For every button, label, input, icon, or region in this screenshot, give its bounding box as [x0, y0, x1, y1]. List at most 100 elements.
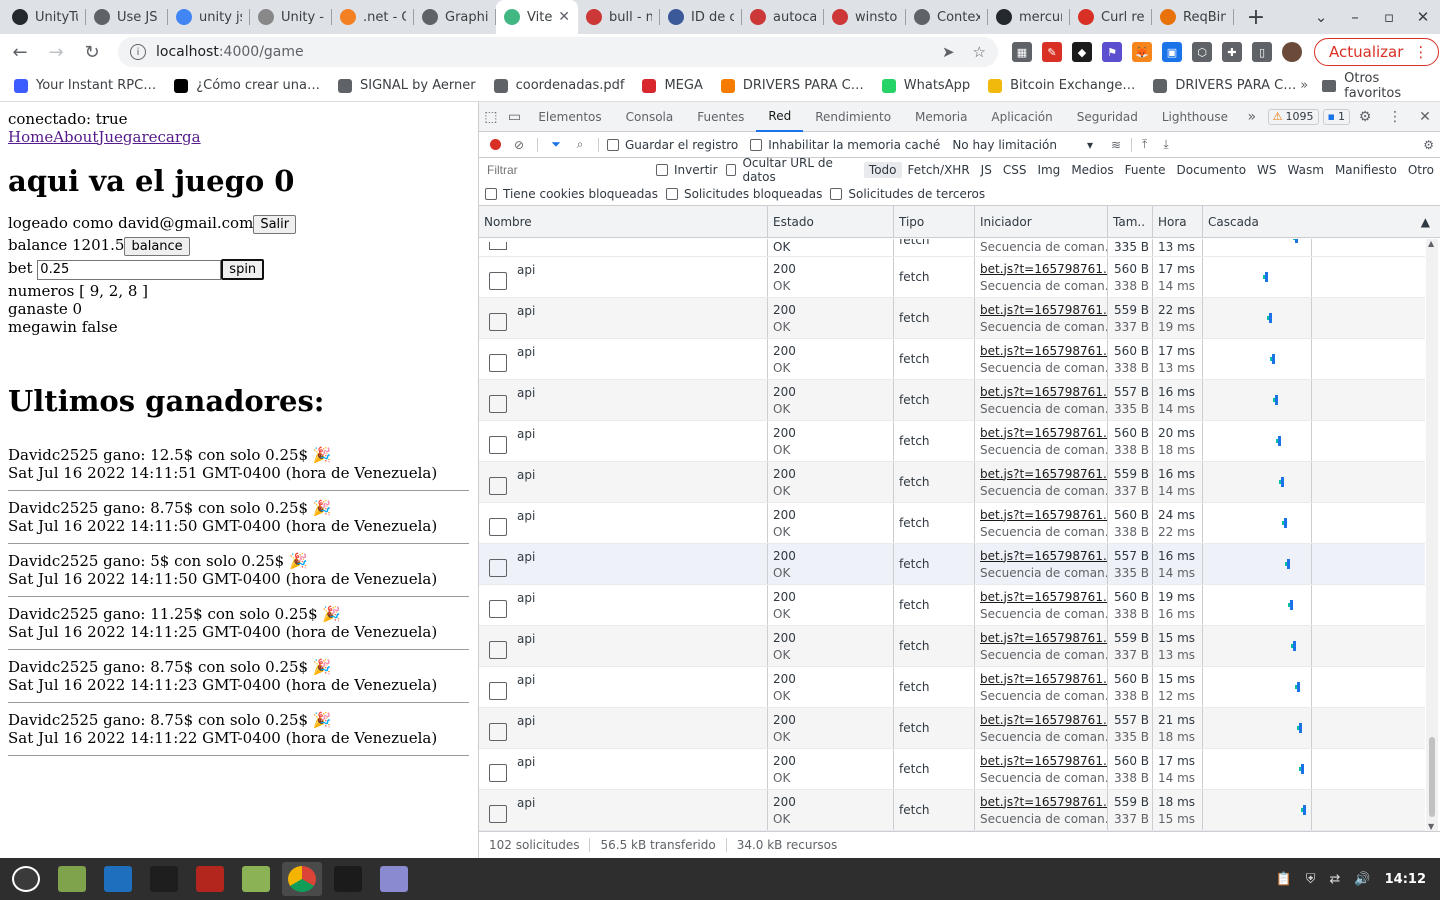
devtools-tab[interactable]: Rendimiento — [803, 102, 903, 132]
hide-data-urls-checkbox[interactable]: Ocultar URL de datos — [725, 156, 856, 184]
taskbar-app[interactable] — [328, 862, 368, 896]
browser-tab[interactable]: ID de c — [660, 0, 742, 34]
reload-icon[interactable]: ↻ — [76, 36, 108, 68]
devtools-tab[interactable]: Seguridad — [1065, 102, 1150, 132]
initiator-link[interactable]: bet.js?t=165798761... — [980, 795, 1107, 809]
disable-cache-checkbox[interactable]: Inhabilitar la memoria caché — [750, 138, 940, 152]
new-tab-button[interactable]: + — [1238, 0, 1274, 34]
metamask-extension-icon[interactable]: 🦊 — [1132, 42, 1152, 62]
filter-type-button[interactable]: JS — [976, 162, 997, 178]
bookmark-item[interactable]: DRIVERS PARA C… — [720, 78, 864, 93]
taskbar-app[interactable] — [98, 862, 138, 896]
devtools-tab[interactable]: Lighthouse — [1150, 102, 1240, 132]
network-icon[interactable]: ⇄ — [1330, 872, 1341, 887]
scroll-up-icon[interactable]: ▲ — [1428, 239, 1434, 248]
bookmark-item[interactable]: Your Instant RPC… — [14, 78, 156, 93]
filter-type-button[interactable]: CSS — [998, 162, 1032, 178]
minimize-icon[interactable]: – — [1338, 8, 1372, 26]
column-size[interactable]: Tam.. — [1108, 205, 1153, 238]
browser-tab[interactable]: bull - n — [578, 0, 660, 34]
bookmark-item[interactable]: SIGNAL by Aerner — [338, 78, 476, 93]
table-row[interactable]: api 200 OK fetch bet.js?t=165798761... Secuen… — [479, 544, 1425, 585]
close-tab-icon[interactable]: ✕ — [558, 9, 570, 25]
invert-checkbox[interactable]: Invertir — [656, 163, 718, 177]
clear-icon[interactable]: ⊘ — [509, 138, 529, 152]
filter-funnel-icon[interactable]: ⏷ — [546, 137, 566, 152]
devtools-tab[interactable]: Red — [756, 102, 804, 132]
taskbar-app[interactable] — [236, 862, 276, 896]
extensions-puzzle-icon[interactable]: ✚ — [1222, 42, 1242, 62]
browser-tab[interactable]: .net - C — [332, 0, 414, 34]
row-checkbox-icon[interactable] — [489, 354, 507, 372]
filter-input[interactable] — [485, 160, 644, 180]
devtools-tab[interactable]: Consola — [614, 102, 686, 132]
bookmark-item[interactable]: DRIVERS PARA C… — [1153, 78, 1296, 93]
table-row[interactable]: api 200 OK fetch bet.js?t=165798761... Secuen… — [479, 380, 1425, 421]
update-button[interactable]: Actualizar ⋮ — [1314, 38, 1440, 66]
taskbar-app[interactable] — [374, 862, 414, 896]
table-row[interactable]: api 200 OK fetch bet.js?t=165798761... Secuen… — [479, 790, 1425, 831]
clock[interactable]: 14:12 — [1385, 872, 1426, 887]
initiator-link[interactable]: bet.js?t=165798761... — [980, 344, 1107, 358]
puzzle-extension-icon[interactable]: ⚑ — [1102, 42, 1122, 62]
browser-tab[interactable]: unity js — [168, 0, 250, 34]
row-checkbox-icon[interactable] — [489, 436, 507, 454]
bookmark-item[interactable]: WhatsApp — [881, 78, 970, 93]
bookmark-item[interactable]: MEGA — [642, 78, 703, 93]
nav-home-link[interactable]: Home — [8, 128, 53, 146]
table-row[interactable]: api 200 OK fetch bet.js?t=165798761... Secuen… — [479, 585, 1425, 626]
back-icon[interactable]: ← — [4, 36, 36, 68]
close-devtools-icon[interactable]: ✕ — [1410, 102, 1440, 132]
bet-input[interactable] — [37, 259, 222, 280]
qr-extension-icon[interactable]: ▦ — [1012, 42, 1032, 62]
spin-button[interactable]: spin — [221, 259, 265, 280]
logout-button[interactable]: Salir — [253, 215, 297, 234]
balance-button[interactable]: balance — [124, 237, 190, 256]
taskbar-app[interactable] — [52, 862, 92, 896]
filter-type-button[interactable]: Todo — [863, 162, 902, 178]
filter-type-button[interactable]: Medios — [1066, 162, 1118, 178]
warnings-badge[interactable]: ⚠ 1095 — [1267, 108, 1319, 125]
taskbar-app[interactable] — [144, 862, 184, 896]
taskbar-app[interactable] — [190, 862, 230, 896]
bookmark-item[interactable]: ¿Cómo crear una… — [174, 78, 320, 93]
column-type[interactable]: Tipo — [894, 205, 975, 238]
other-bookmarks[interactable]: Otros favoritos — [1322, 71, 1428, 101]
table-row[interactable]: api 200 OK fetch bet.js?t=165798761... Secuen… — [479, 421, 1425, 462]
forward-icon[interactable]: → — [40, 36, 72, 68]
initiator-link[interactable]: bet.js?t=165798761... — [980, 754, 1107, 768]
table-row[interactable]: api 200 OK fetch bet.js?t=165798761... Secuen… — [479, 749, 1425, 790]
row-checkbox-icon[interactable] — [489, 723, 507, 741]
devtools-tab[interactable]: Elementos — [526, 102, 613, 132]
third-party-checkbox[interactable]: Solicitudes de terceros — [830, 187, 985, 201]
filter-type-button[interactable]: WS — [1252, 162, 1281, 178]
row-checkbox-icon[interactable] — [489, 559, 507, 577]
row-checkbox-icon[interactable] — [489, 641, 507, 659]
table-row[interactable]: api 200 OK fetch bet.js?t=165798761... Secuen… — [479, 626, 1425, 667]
maximize-icon[interactable]: ▫ — [1372, 8, 1406, 26]
devtools-tab[interactable]: Aplicación — [979, 102, 1064, 132]
filter-type-button[interactable]: Documento — [1172, 162, 1252, 178]
record-icon[interactable] — [485, 139, 505, 150]
devtools-tab[interactable]: Memoria — [903, 102, 979, 132]
row-checkbox-icon[interactable] — [489, 395, 507, 413]
row-checkbox-icon[interactable] — [489, 313, 507, 331]
blocked-cookies-checkbox[interactable]: Tiene cookies bloqueadas — [485, 187, 658, 201]
table-row[interactable]: api 200 OK fetch bet.js?t=165798761... Secuen… — [479, 503, 1425, 544]
table-row[interactable]: api 200 OK fetch bet.js?t=165798761... Secuen… — [479, 708, 1425, 749]
more-tabs-icon[interactable]: » — [1240, 102, 1264, 132]
browser-tab[interactable]: Vite ✕ — [496, 0, 578, 34]
initiator-link[interactable]: bet.js?t=165798761... — [980, 631, 1107, 645]
import-har-icon[interactable]: ⤒ — [1142, 137, 1147, 152]
filter-type-button[interactable]: Wasm — [1283, 162, 1329, 178]
row-checkbox-icon[interactable] — [489, 272, 507, 290]
table-row[interactable]: api 200 OK fetch bet.js?t=165798761... Secuen… — [479, 667, 1425, 708]
blue-extension-icon[interactable]: ▣ — [1162, 42, 1182, 62]
preserve-log-checkbox[interactable]: Guardar el registro — [607, 138, 738, 152]
throttling-select[interactable]: No hay limitación ▾ — [952, 138, 1093, 152]
bookmark-star-icon[interactable]: ☆ — [973, 43, 986, 61]
requests-scrollbar[interactable]: ▲ ▼ — [1426, 239, 1438, 831]
initiator-link[interactable]: bet.js?t=165798761... — [980, 303, 1107, 317]
taskbar-app[interactable] — [6, 862, 46, 896]
shield-icon[interactable]: ⛨ — [1306, 872, 1316, 887]
